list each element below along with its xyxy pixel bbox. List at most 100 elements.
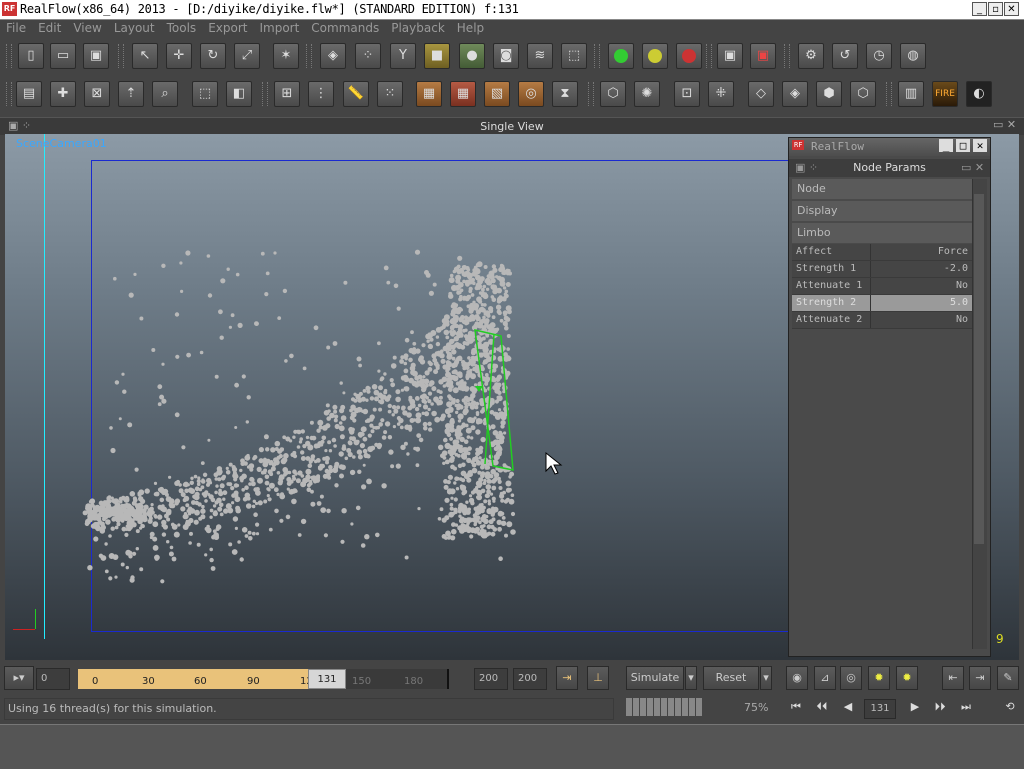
minimize-button[interactable]: _: [972, 2, 987, 16]
mesh-vertex-icon[interactable]: ⬡: [600, 81, 626, 107]
eye-icon[interactable]: ◎: [840, 666, 862, 690]
panel-dock-icon[interactable]: ▣ ⁘: [795, 159, 818, 177]
close-button[interactable]: ✕: [1004, 2, 1019, 16]
remove-layer-icon[interactable]: ⊠: [84, 81, 110, 107]
red-status-icon[interactable]: [676, 43, 702, 69]
gear-yellow-2-icon[interactable]: ✹: [896, 666, 918, 690]
render-icon[interactable]: ◍: [900, 43, 926, 69]
section-display[interactable]: Display: [792, 201, 972, 221]
menu-export[interactable]: Export: [202, 20, 253, 35]
add-mesh-icon[interactable]: ●: [459, 43, 485, 69]
panel-close-button[interactable]: ✕: [973, 139, 987, 152]
layer-search-icon[interactable]: ⌕: [152, 81, 178, 107]
open-scene-icon[interactable]: ▭: [50, 43, 76, 69]
loop-icon[interactable]: ⟲: [1000, 700, 1020, 713]
toolbar-grip[interactable]: [588, 82, 594, 106]
param-value[interactable]: No: [956, 314, 968, 325]
texture-3-icon[interactable]: ▧: [484, 81, 510, 107]
texture-1-icon[interactable]: ▦: [416, 81, 442, 107]
param-row-attenuate-2[interactable]: Attenuate 2 No: [792, 312, 972, 329]
reset-button[interactable]: Reset: [703, 666, 759, 690]
play-forward-icon[interactable]: ▶: [905, 700, 925, 713]
panel-title-bar[interactable]: RF RealFlow _ □ ✕: [789, 138, 990, 156]
menu-help[interactable]: Help: [451, 20, 490, 35]
menu-commands[interactable]: Commands: [305, 20, 385, 35]
add-cube-icon[interactable]: ■: [424, 43, 450, 69]
green-status-icon[interactable]: [608, 43, 634, 69]
box-solid-icon[interactable]: ◧: [226, 81, 252, 107]
cube-white-icon[interactable]: ⬡: [850, 81, 876, 107]
delete-cache-icon[interactable]: ▣: [750, 43, 776, 69]
range-out-icon[interactable]: ⊥: [587, 666, 609, 690]
yellow-status-icon[interactable]: [642, 43, 668, 69]
section-node[interactable]: Node: [792, 179, 972, 199]
graph-icon[interactable]: ⊿: [814, 666, 836, 690]
max-frame-field[interactable]: 200: [513, 668, 547, 690]
end-frame-field[interactable]: 200: [474, 668, 508, 690]
add-object-icon[interactable]: ◈: [320, 43, 346, 69]
previous-frame-icon[interactable]: ⏴⏴: [812, 700, 832, 714]
step-back-icon[interactable]: ⇤: [942, 666, 964, 690]
toolbar-grip[interactable]: [594, 44, 600, 68]
rotate-tool-icon[interactable]: ↻: [200, 43, 226, 69]
menu-playback[interactable]: Playback: [385, 20, 451, 35]
traffic-light-icon[interactable]: ⋮: [308, 81, 334, 107]
panel-maximize-button[interactable]: □: [956, 139, 970, 152]
add-rigid-icon[interactable]: ⬚: [561, 43, 587, 69]
toolbar-grip[interactable]: [306, 44, 312, 68]
fire-icon[interactable]: FIRE: [932, 81, 958, 107]
toolbar-grip[interactable]: [6, 82, 12, 106]
panel-scroll-thumb[interactable]: [974, 194, 984, 544]
menu-layout[interactable]: Layout: [108, 20, 161, 35]
toolbar-grip[interactable]: [886, 82, 892, 106]
mesh-bound-icon[interactable]: ⊡: [674, 81, 700, 107]
timer-icon[interactable]: ◷: [866, 43, 892, 69]
go-to-end-icon[interactable]: ⏭: [956, 700, 976, 714]
batch-script-icon[interactable]: ↺: [832, 43, 858, 69]
add-layer-icon[interactable]: ✚: [50, 81, 76, 107]
toolbar-grip[interactable]: [784, 44, 790, 68]
add-camera-icon[interactable]: ◙: [493, 43, 519, 69]
hourglass-icon[interactable]: ⧗: [552, 81, 578, 107]
start-frame-field[interactable]: 0: [36, 668, 70, 690]
cube-shaded-icon[interactable]: ◈: [782, 81, 808, 107]
cube-wire-icon[interactable]: ◇: [748, 81, 774, 107]
save-cache-icon[interactable]: ▣: [717, 43, 743, 69]
param-row-strength-1[interactable]: Strength 1 -2.0: [792, 261, 972, 278]
param-row-affect[interactable]: Affect Force: [792, 244, 972, 261]
move-tool-icon[interactable]: ✛: [166, 43, 192, 69]
panel-minimize-button[interactable]: _: [939, 139, 953, 152]
viewport-window-controls[interactable]: ▭ ✕: [993, 118, 1016, 131]
param-value[interactable]: 5.0: [950, 297, 968, 308]
timeline-options-button[interactable]: ▸▾: [4, 666, 34, 690]
ruler-icon[interactable]: 📏: [343, 81, 369, 107]
menu-file[interactable]: File: [0, 20, 32, 35]
graph-editor-icon[interactable]: ⊞: [274, 81, 300, 107]
toolbar-grip[interactable]: [118, 44, 124, 68]
hybrido-icon[interactable]: ◐: [966, 81, 992, 107]
next-frame-icon[interactable]: ⏵⏵: [930, 700, 950, 714]
menu-tools[interactable]: Tools: [161, 20, 203, 35]
param-value[interactable]: No: [956, 280, 968, 291]
mesh-dots-icon[interactable]: ⁜: [708, 81, 734, 107]
panel-header-controls[interactable]: ▭ ✕: [961, 159, 984, 177]
toolbar-grip[interactable]: [706, 44, 712, 68]
simulate-button[interactable]: Simulate: [626, 666, 684, 690]
render-settings-icon[interactable]: ▥: [898, 81, 924, 107]
layer-icon[interactable]: ▤: [16, 81, 42, 107]
timeline-end-marker[interactable]: [447, 669, 449, 689]
save-scene-icon[interactable]: ▣: [83, 43, 109, 69]
timeline-current-frame[interactable]: 131: [308, 669, 346, 689]
current-frame-field[interactable]: 131: [864, 699, 896, 719]
cube-flat-icon[interactable]: ⬢: [816, 81, 842, 107]
new-scene-icon[interactable]: ▯: [18, 43, 44, 69]
texture-4-icon[interactable]: ◎: [518, 81, 544, 107]
go-to-start-icon[interactable]: ⏮: [786, 700, 806, 714]
toolbar-grip[interactable]: [262, 82, 268, 106]
realwave-icon[interactable]: ◉: [786, 666, 808, 690]
play-backward-icon[interactable]: ◀: [838, 700, 858, 713]
box-wire-icon[interactable]: ⬚: [192, 81, 218, 107]
restore-button[interactable]: ▫: [988, 2, 1003, 16]
script-run-icon[interactable]: ⚙: [798, 43, 824, 69]
param-row-strength-2[interactable]: Strength 2 5.0: [792, 295, 972, 312]
